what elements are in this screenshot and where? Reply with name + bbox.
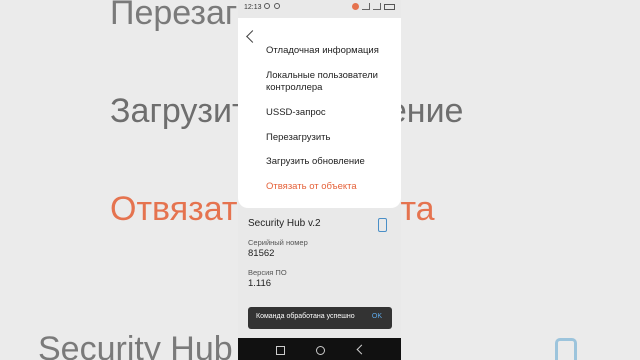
device-name: Security Hub v.2 [248, 218, 321, 229]
back-icon[interactable] [356, 344, 367, 355]
phone-screen: 12:13 Отладочная информация Локальные по… [238, 0, 401, 360]
status-icons [352, 3, 395, 10]
menu-item-ussd[interactable]: USSD-запрос [266, 107, 394, 119]
toast-message: Команда обработана успешно [256, 313, 355, 320]
menu-item-local-users[interactable]: Локальные пользователи контроллера [266, 70, 394, 94]
status-time: 12:13 [244, 4, 262, 11]
toast-snackbar: Команда обработана успешно OK [248, 307, 392, 329]
bg-text-device: Security Hub v.2 [38, 330, 238, 360]
notification-icon [264, 3, 270, 9]
bg-text-update: Загрузить обновление [401, 92, 464, 130]
menu-item-unlink[interactable]: Отвязать от объекта [266, 181, 394, 193]
bg-text-unlink: Отвязать от объекта [110, 190, 238, 228]
recent-apps-icon[interactable] [276, 346, 285, 355]
settings-icon [274, 3, 280, 9]
alert-icon [352, 3, 359, 10]
serial-value: 81562 [248, 248, 275, 259]
menu-item-debug-info[interactable]: Отладочная информация [266, 45, 394, 57]
status-bar: 12:13 [238, 0, 401, 16]
actions-menu: Отладочная информация Локальные пользова… [238, 18, 401, 208]
home-icon[interactable] [316, 346, 325, 355]
signal-icon [373, 3, 381, 10]
battery-icon [384, 3, 395, 10]
background-left: Перезагрузить Загрузить обновление Отвяз… [0, 0, 238, 360]
menu-item-update[interactable]: Загрузить обновление [266, 156, 394, 168]
version-value: 1.116 [248, 278, 272, 289]
background-right: Перезагрузить Загрузить обновление Отвяз… [401, 0, 640, 360]
device-icon [378, 218, 387, 232]
nav-bar [238, 338, 401, 360]
bg-device-icon [555, 338, 577, 360]
back-arrow-icon[interactable] [246, 30, 259, 43]
bg-text-unlink: Отвязать от объекта [401, 190, 435, 228]
menu-item-reboot[interactable]: Перезагрузить [266, 132, 394, 144]
signal-icon [362, 3, 370, 10]
serial-label: Серийный номер [248, 238, 308, 247]
bg-text-update: Загрузить обновление [110, 92, 238, 130]
version-label: Версия ПО [248, 268, 287, 277]
toast-ok-button[interactable]: OK [372, 313, 382, 320]
bg-text-reboot: Перезагрузить [110, 0, 238, 32]
